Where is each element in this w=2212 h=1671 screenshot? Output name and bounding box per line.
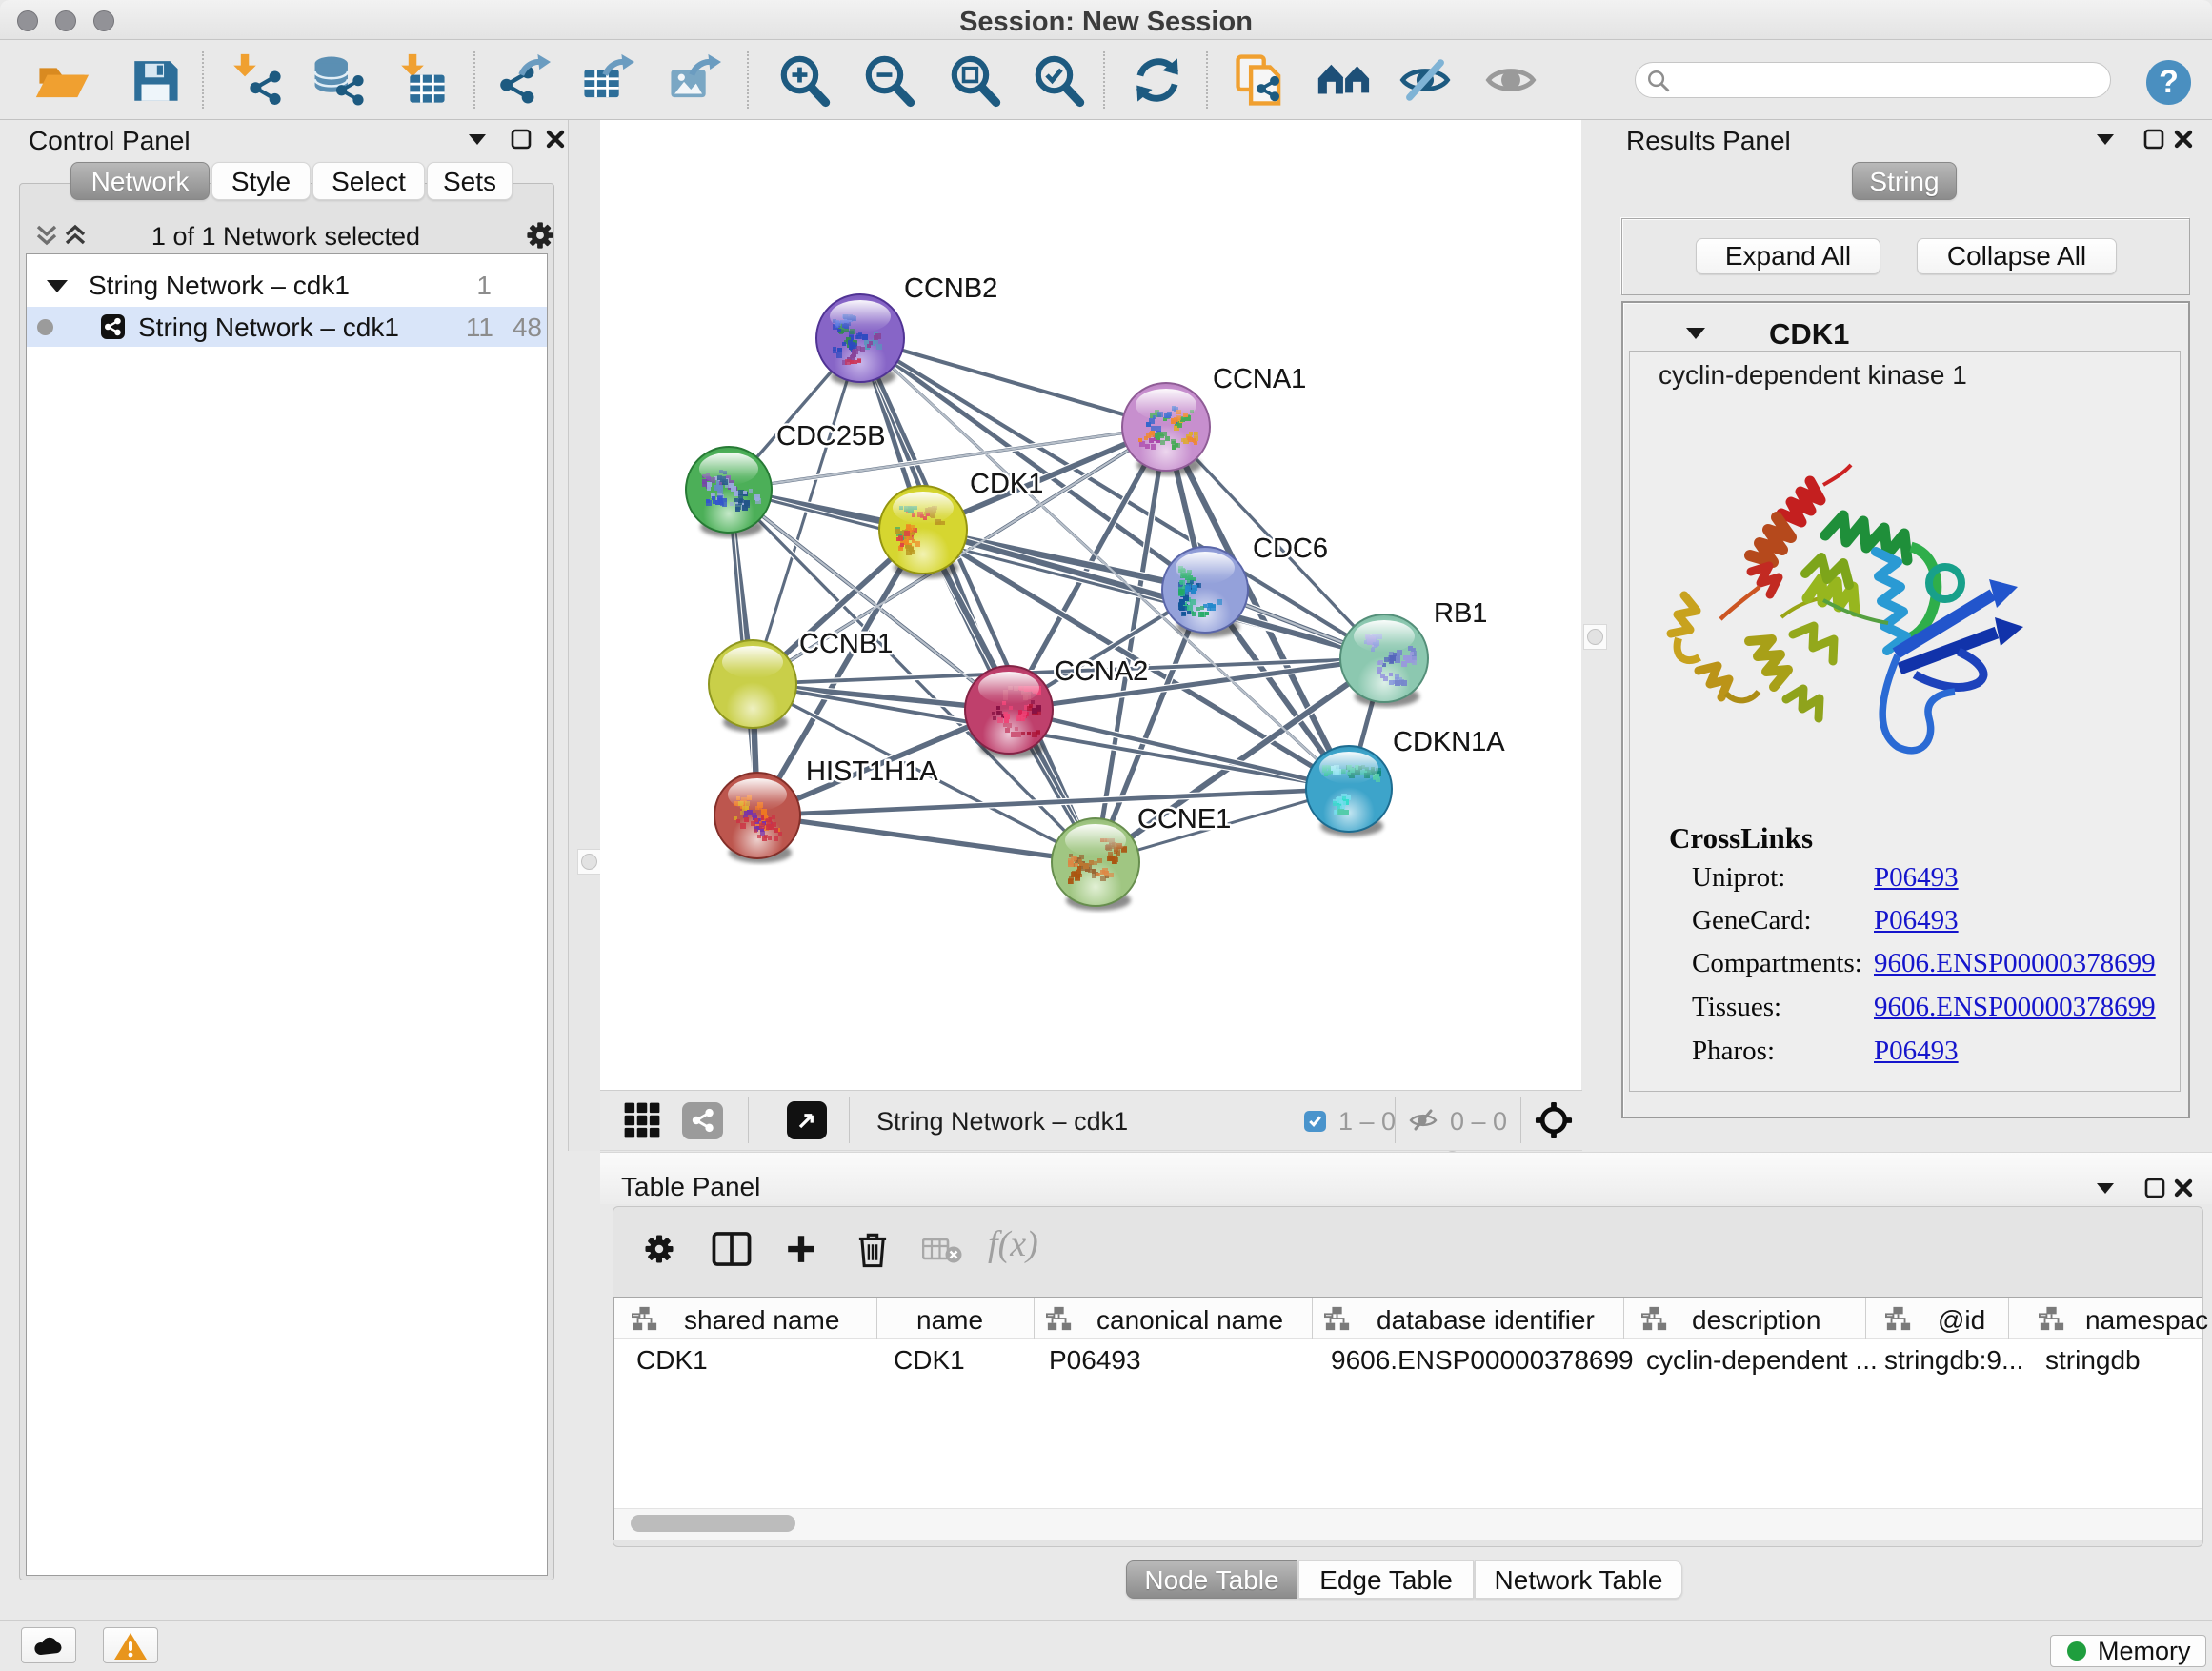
- svg-text:CDKN1A: CDKN1A: [1393, 727, 1505, 757]
- svg-text:CDC6: CDC6: [1253, 534, 1328, 564]
- svg-text:CCNB1: CCNB1: [799, 629, 893, 659]
- svg-text:RB1: RB1: [1434, 598, 1487, 629]
- svg-text:CCNA2: CCNA2: [1055, 656, 1148, 687]
- svg-text:CCNA1: CCNA1: [1213, 364, 1306, 394]
- svg-text:CCNE1: CCNE1: [1137, 804, 1231, 835]
- svg-text:CDC25B: CDC25B: [776, 421, 885, 452]
- svg-text:CCNB2: CCNB2: [904, 273, 997, 304]
- svg-text:CDK1: CDK1: [970, 469, 1043, 499]
- svg-text:HIST1H1A: HIST1H1A: [806, 756, 938, 787]
